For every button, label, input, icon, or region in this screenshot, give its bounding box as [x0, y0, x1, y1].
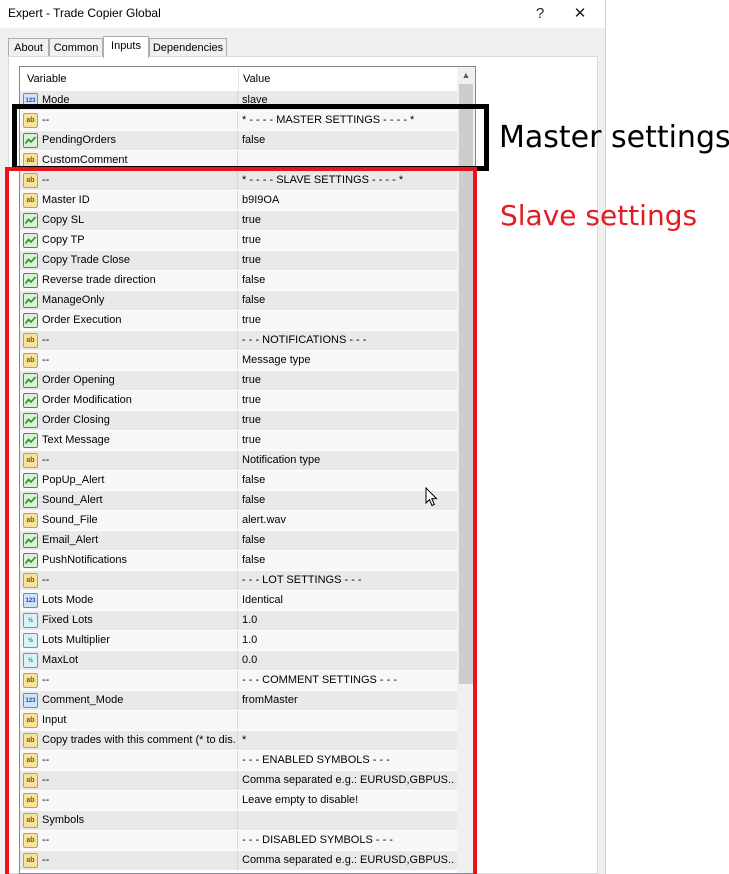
close-button[interactable]: ✕ — [560, 2, 600, 26]
tab-common[interactable]: Common — [49, 38, 103, 57]
mouse-cursor-icon — [425, 487, 438, 507]
column-divider[interactable] — [238, 67, 239, 91]
title-bar[interactable]: Expert - Trade Copier Global ? ✕ — [0, 0, 605, 28]
tab-inputs[interactable]: Inputs — [103, 36, 149, 58]
slave-settings-highlight-box — [5, 167, 477, 874]
slave-settings-label: Slave settings — [500, 199, 698, 232]
grid-header: Variable Value — [20, 67, 457, 92]
master-settings-label: Master settings — [499, 120, 729, 155]
tab-dependencies[interactable]: Dependencies — [149, 38, 227, 57]
tab-about[interactable]: About — [8, 38, 49, 57]
scroll-up-icon[interactable]: ▲ — [457, 67, 475, 84]
window-title: Expert - Trade Copier Global — [8, 6, 161, 20]
master-settings-highlight-box — [12, 104, 489, 171]
column-header-value[interactable]: Value — [243, 73, 270, 85]
column-header-variable[interactable]: Variable — [27, 73, 67, 85]
help-button[interactable]: ? — [520, 2, 560, 26]
